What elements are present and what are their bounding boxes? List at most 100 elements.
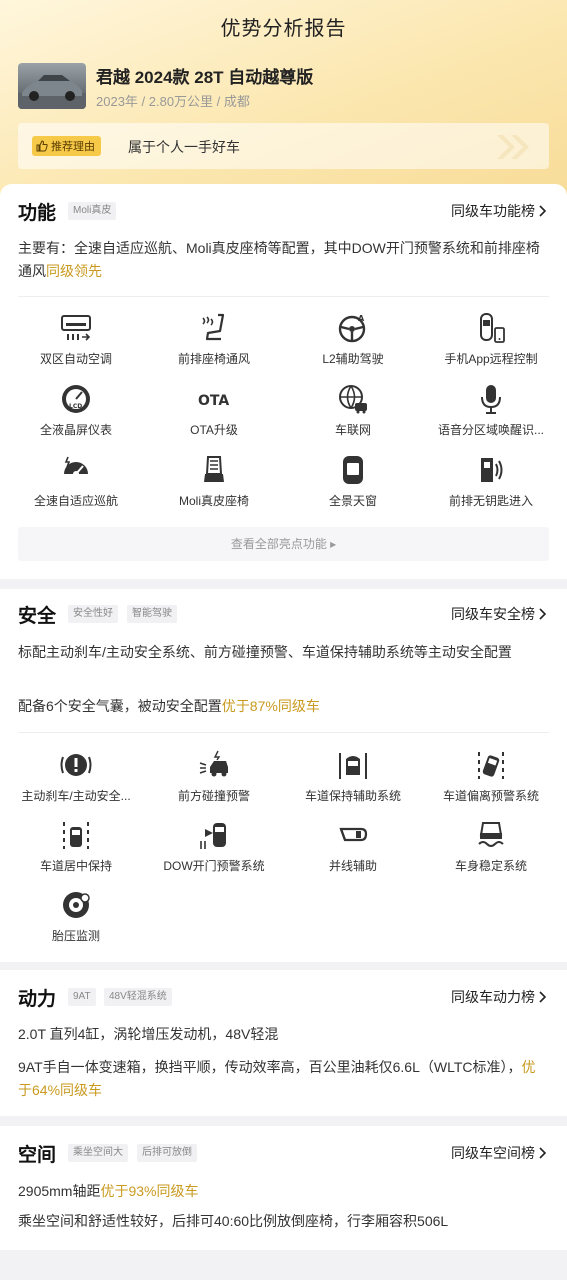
safety-label: 前方碰撞预警 [177, 789, 250, 803]
feature-label: 全速自适应巡航 [33, 494, 118, 508]
feature-label: 双区自动空调 [39, 352, 112, 366]
rank-link-label: 同级车动力榜 [451, 989, 535, 1005]
divider [18, 732, 549, 733]
section-title: 安全 [18, 606, 57, 627]
tire-pressure-icon [60, 889, 92, 921]
space-chip: 后排可放倒 [137, 1144, 197, 1162]
space-comfort-description: 乘坐空间和舒适性较好，后排可40:60比例放倒座椅，行李厢容积506L [18, 1213, 449, 1229]
safety-item-tpms[interactable]: 胎压监测 [6, 889, 146, 944]
report-header: 优势分析报告 君越 2024款 28T 自动越尊版 2023年 / 2.80万公… [0, 0, 567, 200]
power-rank-link[interactable]: 同级车动力榜 [451, 987, 547, 1007]
rank-link-label: 同级车空间榜 [451, 1145, 535, 1161]
feature-label: 全景天窗 [328, 494, 377, 508]
steering-wheel-icon: A [337, 312, 369, 344]
feature-item-sunroof[interactable]: 全景天窗 [283, 454, 423, 509]
section-title: 空间 [18, 1145, 57, 1166]
safety-label: 并线辅助 [328, 859, 377, 873]
feature-item-ac[interactable]: 双区自动空调 [6, 312, 146, 367]
connected-car-icon [337, 383, 369, 415]
features-rank-link[interactable]: 同级车功能榜 [451, 201, 547, 221]
recommend-tag-label: 推荐理由 [51, 141, 95, 153]
space-chip: 乘坐空间大 [68, 1144, 128, 1162]
safety-rank-link[interactable]: 同级车安全榜 [451, 604, 547, 624]
collision-warning-icon [198, 749, 230, 781]
features-description: 主要有：全速自适应巡航、Moli真皮座椅等配置，其中DOW开门预警系统和前排座椅… [18, 240, 540, 279]
door-open-warning-icon [198, 819, 230, 851]
safety-label: 车道居中保持 [39, 859, 112, 873]
feature-label: 语音分区域唤醒识... [437, 423, 544, 437]
safety-item-brake[interactable]: 主动刹车/主动安全... [6, 749, 146, 804]
feature-item-keyless[interactable]: 前排无钥匙进入 [421, 454, 561, 509]
lane-center-icon [60, 819, 92, 851]
feature-chip: Moli真皮 [68, 202, 117, 220]
section-title: 动力 [18, 989, 57, 1010]
feature-label: OTA升级 [190, 423, 238, 437]
microphone-icon [475, 383, 507, 415]
car-thumbnail[interactable] [18, 63, 86, 109]
car-meta: 2023年 / 2.80万公里 / 成都 [96, 94, 250, 109]
cruise-icon [60, 454, 92, 486]
safety-item-lane-keep[interactable]: 车道保持辅助系统 [283, 749, 423, 804]
leather-seat-icon [198, 454, 230, 486]
view-all-features-button[interactable]: 查看全部亮点功能 ▸ [18, 527, 549, 561]
keyless-entry-icon [475, 454, 507, 486]
space-wheelbase-description: 2905mm轴距优于93%同级车 [18, 1183, 199, 1199]
feature-item-seat-vent[interactable]: 前排座椅通风 [144, 312, 284, 367]
blind-spot-icon [337, 819, 369, 851]
feature-label: 前排座椅通风 [177, 352, 250, 366]
ota-icon: OTA [198, 383, 230, 415]
feature-label: Moli真皮座椅 [178, 494, 249, 508]
feature-item-l2[interactable]: A L2辅助驾驶 [283, 312, 423, 367]
feature-item-ota[interactable]: OTA OTA升级 [144, 383, 284, 438]
feature-item-lcd[interactable]: LCD 全液晶屏仪表 [6, 383, 146, 438]
safety-chip: 安全性好 [68, 605, 118, 623]
safety-chip: 智能驾驶 [127, 605, 177, 623]
safety-airbag-description: 配备6个安全气囊，被动安全配置优于87%同级车 [18, 698, 320, 714]
safety-item-dow[interactable]: DOW开门预警系统 [144, 819, 284, 874]
safety-description: 标配主动刹车/主动安全系统、前方碰撞预警、车道保持辅助系统等主动安全配置 [18, 644, 512, 660]
safety-item-stability[interactable]: 车身稳定系统 [421, 819, 561, 874]
safety-item-lane-departure[interactable]: 车道偏离预警系统 [421, 749, 561, 804]
feature-item-connected[interactable]: 车联网 [283, 383, 423, 438]
chevron-right-icon [539, 205, 547, 217]
phone-car-icon [475, 312, 507, 344]
safety-item-merge[interactable]: 并线辅助 [283, 819, 423, 874]
feature-item-voice[interactable]: 语音分区域唤醒识... [421, 383, 561, 438]
ac-icon [60, 312, 92, 344]
sunroof-icon [337, 454, 369, 486]
recommend-reason: 推荐理由 属于个人一手好车 [18, 123, 549, 169]
feature-label: 全液晶屏仪表 [39, 423, 112, 437]
safety-item-lane-center[interactable]: 车道居中保持 [6, 819, 146, 874]
rank-link-label: 同级车安全榜 [451, 606, 535, 622]
svg-text:A: A [358, 314, 365, 323]
feature-item-app-remote[interactable]: 手机App远程控制 [421, 312, 561, 367]
safety-label: 车道偏离预警系统 [442, 789, 539, 803]
car-name: 君越 2024款 28T 自动越尊版 [96, 68, 314, 87]
seat-vent-icon [198, 312, 230, 344]
lcd-gauge-icon: LCD [60, 383, 92, 415]
feature-label: 前排无钥匙进入 [448, 494, 533, 508]
recommend-tag: 推荐理由 [32, 136, 101, 156]
power-chip: 48V轻混系统 [104, 988, 172, 1006]
stability-icon [475, 819, 507, 851]
safety-label: 车道保持辅助系统 [304, 789, 401, 803]
safety-label: 车身稳定系统 [454, 859, 527, 873]
safety-section: 安全 安全性好 智能驾驶 同级车安全榜 标配主动刹车/主动安全系统、前方碰撞预警… [0, 589, 567, 962]
feature-item-leather[interactable]: Moli真皮座椅 [144, 454, 284, 509]
thumb-up-icon [36, 140, 48, 152]
chevron-right-icon [539, 991, 547, 1003]
power-transmission-description: 9AT手自一体变速箱，换挡平顺，传动效率高，百公里油耗仅6.6L（WLTC标准）… [18, 1059, 536, 1098]
feature-label: 车联网 [334, 423, 371, 437]
feature-item-acc[interactable]: 全速自适应巡航 [6, 454, 146, 509]
lane-keep-icon [337, 749, 369, 781]
space-section: 空间 乘坐空间大 后排可放倒 同级车空间榜 2905mm轴距优于93%同级车 乘… [0, 1126, 567, 1250]
safety-label: 主动刹车/主动安全... [21, 789, 131, 803]
safety-label: 胎压监测 [51, 929, 100, 943]
rank-link-label: 同级车功能榜 [451, 203, 535, 219]
space-rank-link[interactable]: 同级车空间榜 [451, 1143, 547, 1163]
svg-text:OTA: OTA [198, 393, 229, 409]
chevron-right-icon [539, 1147, 547, 1159]
svg-text:LCD: LCD [69, 403, 82, 410]
brake-warning-icon [60, 749, 92, 781]
safety-item-collision[interactable]: 前方碰撞预警 [144, 749, 284, 804]
